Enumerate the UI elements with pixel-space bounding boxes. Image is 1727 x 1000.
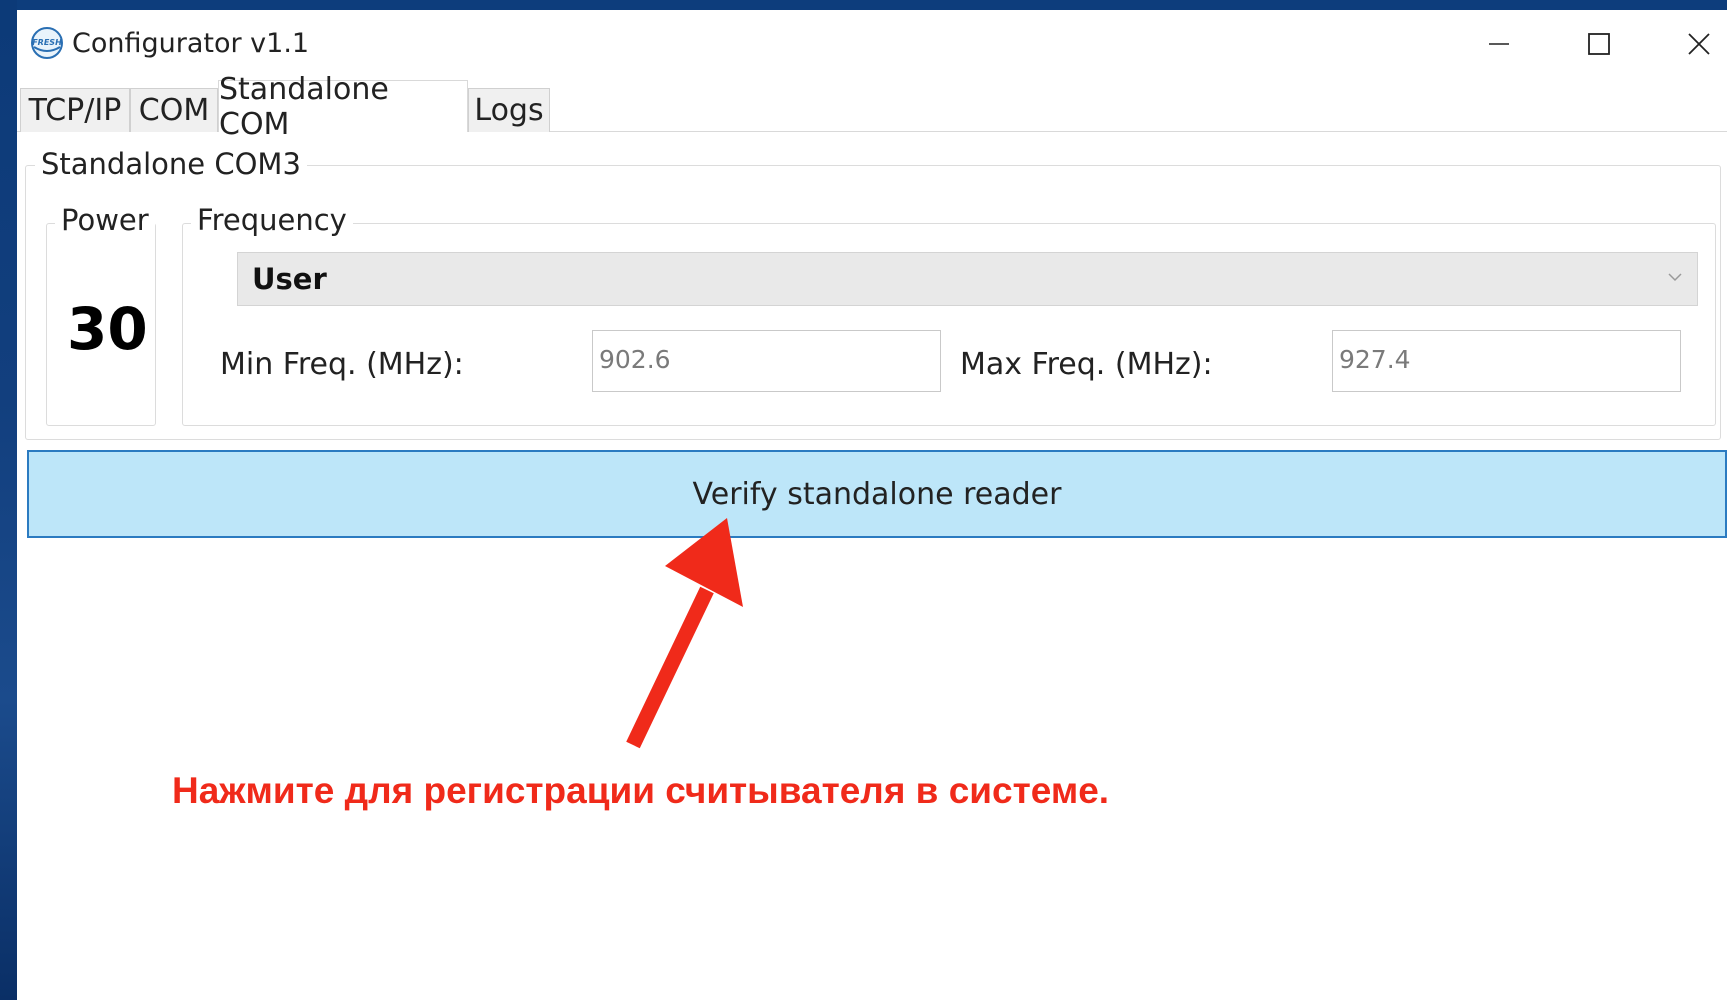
chevron-down-icon [1668, 273, 1682, 282]
desktop-background [0, 0, 1727, 10]
screenshot: FRESH Configurator v1.1 TCP/IP COM Stand… [0, 0, 1727, 1000]
power-label: Power [55, 203, 155, 237]
minimize-button[interactable] [1454, 20, 1544, 68]
title-bar[interactable]: FRESH Configurator v1.1 [17, 10, 1727, 78]
minimize-icon [1489, 43, 1509, 45]
close-icon [1688, 33, 1710, 55]
configurator-window: FRESH Configurator v1.1 TCP/IP COM Stand… [17, 10, 1727, 1000]
tab-strip: TCP/IP COM Standalone COM Logs [17, 72, 1727, 142]
tab-logs[interactable]: Logs [468, 88, 550, 132]
desktop-background-edge [0, 0, 17, 1000]
max-freq-label: Max Freq. (MHz): [960, 347, 1213, 382]
window-title: Configurator v1.1 [72, 28, 310, 59]
min-freq-label: Min Freq. (MHz): [220, 347, 464, 382]
maximize-button[interactable] [1554, 20, 1644, 68]
verify-standalone-reader-button[interactable]: Verify standalone reader [27, 450, 1727, 538]
frequency-label: Frequency [191, 203, 353, 237]
frequency-select[interactable]: User [237, 252, 1698, 306]
tab-standalone-com[interactable]: Standalone COM [218, 72, 468, 142]
power-value: 30 [67, 295, 148, 363]
close-button[interactable] [1654, 20, 1727, 68]
fresh-logo-icon: FRESH [30, 26, 64, 60]
tab-com[interactable]: COM [130, 88, 218, 132]
min-freq-input[interactable]: 902.6 [592, 330, 941, 392]
tab-tcp-ip[interactable]: TCP/IP [20, 88, 130, 132]
frequency-select-value: User [252, 262, 327, 296]
maximize-icon [1588, 33, 1610, 55]
standalone-group-title: Standalone COM3 [35, 147, 307, 181]
max-freq-input[interactable]: 927.4 [1332, 330, 1681, 392]
logo-text: FRESH [32, 38, 62, 47]
annotation-text: Нажмите для регистрации считывателя в си… [172, 770, 1110, 811]
